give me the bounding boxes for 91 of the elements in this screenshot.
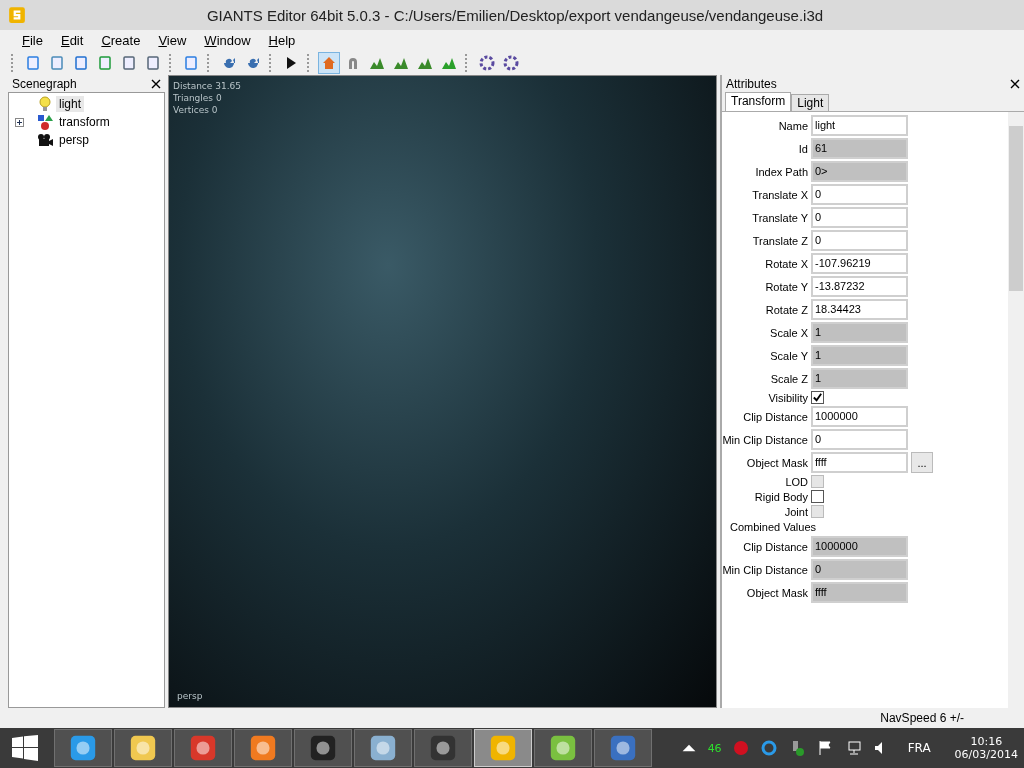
field-label: Rotate X bbox=[764, 257, 809, 270]
m-logo-app-button[interactable] bbox=[414, 729, 472, 767]
windows-start-icon[interactable] bbox=[12, 735, 38, 761]
field-label: Name bbox=[777, 119, 809, 132]
viewport-stat: Distance 31.65 bbox=[173, 80, 241, 92]
tab[interactable]: Transform bbox=[725, 92, 792, 111]
text-field[interactable]: 0 bbox=[811, 207, 908, 228]
field-label: Scale Z bbox=[769, 372, 809, 385]
folder-app-button[interactable] bbox=[114, 729, 172, 767]
field-label: Translate Y bbox=[751, 211, 809, 224]
paint-app-button[interactable] bbox=[594, 729, 652, 767]
field-label: Index Path bbox=[754, 165, 809, 178]
text-field[interactable]: 1000000 bbox=[811, 406, 908, 427]
checkbox-label: Joint bbox=[783, 505, 809, 518]
text-field[interactable]: 61 bbox=[811, 138, 908, 159]
menu-item[interactable]: View bbox=[158, 32, 187, 48]
home-icon bbox=[321, 54, 337, 71]
clock-date[interactable]: 06/03/2014 bbox=[954, 748, 1018, 761]
text-field[interactable]: 1 bbox=[811, 322, 908, 343]
menu-item[interactable]: Create bbox=[101, 32, 141, 48]
field-label: Object Mask bbox=[745, 456, 809, 469]
media-app-button[interactable] bbox=[234, 729, 292, 767]
menu-item[interactable]: Window bbox=[204, 32, 251, 48]
field-label: Rotate Z bbox=[764, 303, 809, 316]
checkbox[interactable] bbox=[811, 391, 824, 404]
clock-time[interactable]: 10:16 bbox=[970, 735, 1003, 748]
field-label: Translate X bbox=[751, 188, 809, 201]
field-label: Translate Z bbox=[751, 234, 809, 247]
text-field[interactable]: 0 bbox=[811, 184, 908, 205]
field-label: Clip Distance bbox=[742, 410, 809, 423]
scrollbar[interactable] bbox=[1008, 112, 1024, 708]
text-field[interactable]: 0 bbox=[811, 559, 908, 580]
text-field[interactable]: light bbox=[811, 115, 908, 136]
home-tool-button[interactable] bbox=[318, 51, 340, 74]
text-field[interactable]: ffff bbox=[811, 582, 908, 603]
menu-item[interactable]: File bbox=[22, 32, 43, 48]
lightbulb-icon bbox=[37, 96, 53, 112]
expand-icon[interactable] bbox=[15, 117, 24, 127]
text-field[interactable]: 0 bbox=[811, 230, 908, 251]
giants-app-button[interactable] bbox=[474, 729, 532, 767]
text-field[interactable]: 0> bbox=[811, 161, 908, 182]
viewport-render[interactable]: Distance 31.65 Triangles 0 Vertices 0 persp bbox=[168, 75, 717, 708]
chrome-app-button[interactable] bbox=[174, 729, 232, 767]
browser-e-app-button[interactable] bbox=[54, 729, 112, 767]
viewport-stat: Vertices 0 bbox=[173, 104, 219, 116]
menu-item[interactable]: Help bbox=[268, 32, 296, 48]
notepad-app-button[interactable] bbox=[534, 729, 592, 767]
text-field[interactable]: ffff bbox=[811, 452, 908, 473]
checkbox-label: Visibility bbox=[767, 391, 809, 404]
window-title: GIANTS Editor 64bit 5.0.3 - C:/Users/Emilien/Desktop/export vendangeuse/vendangeuse.i3d bbox=[205, 6, 825, 24]
field-label: Id bbox=[797, 142, 809, 155]
camera-icon bbox=[37, 132, 53, 148]
camera-label: persp bbox=[177, 691, 203, 701]
flag-icon[interactable] bbox=[816, 740, 833, 756]
panel-title: Attributes bbox=[726, 76, 777, 91]
text-field[interactable]: -13.87232 bbox=[811, 276, 908, 297]
panel-title: Scenegraph bbox=[12, 76, 77, 91]
browse-button[interactable]: ... bbox=[911, 452, 933, 473]
field-label: Scale Y bbox=[769, 349, 809, 362]
field-label: Rotate Y bbox=[764, 280, 809, 293]
checkbox-label: Rigid Body bbox=[753, 490, 809, 503]
close-icon[interactable] bbox=[1010, 78, 1020, 89]
text-field[interactable]: 1 bbox=[811, 368, 908, 389]
field-label: Min Clip Distance bbox=[722, 433, 809, 446]
tree-item[interactable]: persp bbox=[56, 132, 93, 148]
viewport-stat: Triangles 0 bbox=[173, 92, 223, 104]
tray-counter[interactable]: 46 bbox=[707, 741, 722, 755]
tree-item[interactable]: transform bbox=[56, 114, 113, 130]
field-label: Object Mask bbox=[745, 586, 809, 599]
language-indicator[interactable]: FRA bbox=[907, 741, 931, 755]
app-logo-icon bbox=[8, 6, 26, 24]
field-label: Scale X bbox=[769, 326, 809, 339]
section-heading: Combined Values bbox=[729, 521, 816, 533]
checkbox[interactable] bbox=[811, 490, 824, 503]
field-label: Min Clip Distance bbox=[722, 563, 809, 576]
close-icon[interactable] bbox=[151, 78, 161, 89]
field-label: Clip Distance bbox=[742, 540, 809, 553]
text-field[interactable]: 0 bbox=[811, 429, 908, 450]
checkbox-label: LOD bbox=[784, 475, 809, 488]
dragon-app-button[interactable] bbox=[294, 729, 352, 767]
text-field[interactable]: 1 bbox=[811, 345, 908, 366]
status-text: NavSpeed 6 +/- bbox=[880, 711, 964, 725]
tree-item[interactable]: light bbox=[56, 96, 84, 112]
tab[interactable]: Light bbox=[791, 94, 830, 111]
text-field[interactable]: 18.34423 bbox=[811, 299, 908, 320]
text-field[interactable]: 1000000 bbox=[811, 536, 908, 557]
ring-icon[interactable] bbox=[760, 740, 777, 756]
menu-item[interactable]: Edit bbox=[60, 32, 84, 48]
monitor-app-button[interactable] bbox=[354, 729, 412, 767]
shapes-icon bbox=[37, 114, 53, 130]
text-field[interactable]: -107.96219 bbox=[811, 253, 908, 274]
